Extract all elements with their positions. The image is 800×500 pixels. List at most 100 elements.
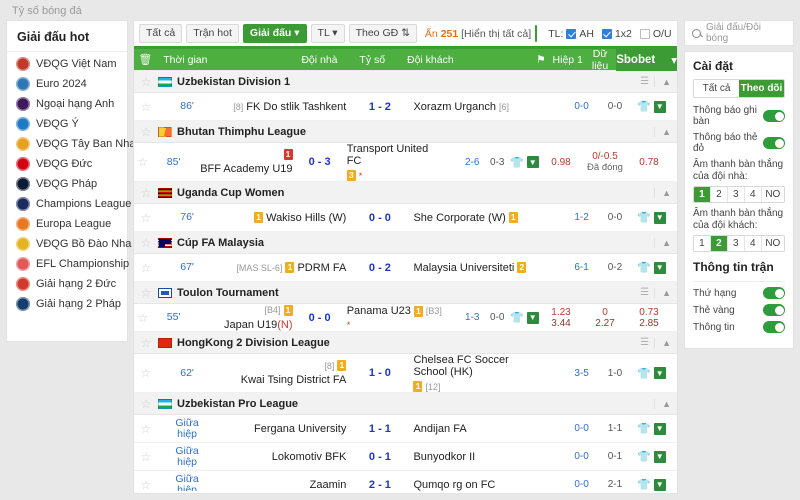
chevron-up-icon[interactable]: ▲ bbox=[654, 398, 671, 409]
list-icon[interactable]: ☰ bbox=[640, 76, 649, 87]
star-icon[interactable]: ☆ bbox=[137, 311, 148, 325]
filter-button-2[interactable]: Giải đấu ▾ bbox=[242, 24, 307, 43]
match-detail-toggle[interactable]: ▼ bbox=[526, 156, 539, 168]
star-icon[interactable]: ☆ bbox=[141, 286, 152, 300]
league-header[interactable]: ☆ Bhutan Thimphu League ▲ bbox=[134, 121, 677, 143]
lineup-shirt-icon[interactable]: 👕 bbox=[637, 367, 651, 380]
sidebar-item-league-10[interactable]: EFL Championship bbox=[7, 254, 129, 274]
match-row[interactable]: ☆ 62' [8] 1 Kwai Tsing District FA 1 - 0 Chels… bbox=[134, 354, 677, 393]
sidebar-item-league-7[interactable]: Champions League bbox=[7, 194, 131, 214]
column-data[interactable]: Dữ liệu bbox=[584, 48, 616, 72]
away-sound-option-3[interactable]: 3 bbox=[727, 236, 745, 251]
league-header[interactable]: ☆ Uzbekistan Division 1 ☰ ▲ bbox=[134, 71, 677, 93]
sidebar-item-league-5[interactable]: VĐQG Đức bbox=[7, 154, 127, 174]
league-favorite-star[interactable]: ☆ bbox=[134, 286, 158, 300]
lineup-shirt-icon[interactable]: 👕 bbox=[637, 100, 651, 113]
star-icon[interactable]: ☆ bbox=[140, 422, 151, 436]
match-score[interactable]: 1 - 0 bbox=[354, 367, 405, 379]
match-detail-toggle[interactable]: ▼ bbox=[653, 261, 666, 274]
away-team-cell[interactable]: Qumqo rg on FC bbox=[405, 479, 543, 491]
version-toggle[interactable]: Bản mới Bản cũ bbox=[535, 25, 538, 42]
star-icon[interactable]: ☆ bbox=[141, 125, 152, 139]
league-favorite-star[interactable]: ☆ bbox=[134, 397, 158, 411]
home-team-cell[interactable]: Fergana University bbox=[217, 423, 355, 435]
follow-option-1[interactable]: Theo dõi bbox=[739, 80, 784, 97]
match-list[interactable]: ☆ Uzbekistan Division 1 ☰ ▲ ☆ 86' [8] FK Do stl… bbox=[134, 71, 677, 491]
chevron-up-icon[interactable]: ▲ bbox=[654, 126, 671, 137]
match-detail-toggle[interactable]: ▼ bbox=[653, 100, 666, 113]
odds-home[interactable]: 1.23 3.44 bbox=[539, 307, 583, 329]
match-detail-toggle[interactable]: ▼ bbox=[653, 422, 666, 435]
odds-away[interactable]: 0.73 2.85 bbox=[627, 307, 671, 329]
list-icon[interactable]: ☰ bbox=[640, 287, 649, 298]
away-goal-sound-selector[interactable]: 1 2 3 4 NO bbox=[693, 235, 785, 252]
league-header[interactable]: ☆ HongKong 2 Division League ☰ ▲ bbox=[134, 332, 677, 354]
match-row[interactable]: ☆ 85' 1 BFF Academy U19 0 - 3 Transport Unite… bbox=[134, 143, 677, 182]
filter-button-1[interactable]: Trận hot bbox=[186, 24, 239, 43]
league-header[interactable]: ☆ Uganda Cup Women ▲ bbox=[134, 182, 677, 204]
info-toggle-switch[interactable] bbox=[763, 304, 785, 316]
info-toggle-switch[interactable] bbox=[763, 287, 785, 299]
sidebar-item-league-4[interactable]: VĐQG Tây Ban Nha bbox=[7, 134, 135, 154]
info-toggle-switch[interactable] bbox=[763, 321, 785, 333]
search-box[interactable]: Giải đấu/Đội bóng bbox=[684, 20, 794, 46]
notification-toggle-switch[interactable] bbox=[763, 137, 785, 149]
star-icon[interactable]: ☆ bbox=[140, 450, 151, 464]
away-team-cell[interactable]: Transport United FC 3 * bbox=[339, 143, 444, 181]
star-icon[interactable]: ☆ bbox=[141, 186, 152, 200]
home-sound-option-NO[interactable]: NO bbox=[761, 187, 784, 202]
hidden-matches-control[interactable]: Ẩn 251 [Hiển thị tất cả] bbox=[425, 28, 531, 40]
odds-checkbox-ah[interactable] bbox=[566, 28, 577, 39]
match-favorite-star[interactable]: ☆ bbox=[134, 478, 158, 492]
star-icon[interactable]: ☆ bbox=[140, 211, 151, 225]
home-team-cell[interactable]: Zaamin bbox=[217, 479, 355, 491]
match-score[interactable]: 0 - 0 bbox=[301, 312, 339, 324]
home-team-cell[interactable]: 1 BFF Academy U19 bbox=[196, 149, 301, 175]
match-detail-toggle[interactable]: ▼ bbox=[653, 211, 666, 224]
match-score[interactable]: 0 - 1 bbox=[354, 451, 405, 463]
match-row[interactable]: ☆ Giữa hiệp Zaamin 2 - 1 Qumqo rg on FC 0-0 2-1… bbox=[134, 471, 677, 491]
match-favorite-star[interactable]: ☆ bbox=[134, 366, 158, 380]
match-favorite-star[interactable]: ☆ bbox=[134, 211, 158, 225]
odds-away[interactable]: 0.78 bbox=[627, 157, 671, 168]
match-score[interactable]: 2 - 1 bbox=[354, 479, 405, 491]
league-header[interactable]: ☆ Uzbekistan Pro League ▲ bbox=[134, 393, 677, 415]
away-team-cell[interactable]: Xorazm Urganch [6] bbox=[405, 101, 543, 113]
home-sound-option-1[interactable]: 1 bbox=[694, 187, 711, 202]
match-favorite-star[interactable]: ☆ bbox=[134, 155, 152, 169]
away-team-cell[interactable]: Malaysia Universiteti 2 bbox=[405, 262, 543, 274]
match-detail-toggle[interactable]: ▼ bbox=[653, 478, 666, 491]
match-favorite-star[interactable]: ☆ bbox=[134, 450, 158, 464]
sidebar-item-league-1[interactable]: Euro 2024 bbox=[7, 74, 127, 94]
lineup-shirt-icon[interactable]: 👕 bbox=[637, 422, 651, 435]
home-team-cell[interactable]: Lokomotiv BFK bbox=[217, 451, 355, 463]
away-sound-option-2[interactable]: 2 bbox=[710, 236, 728, 251]
league-favorite-star[interactable]: ☆ bbox=[134, 236, 158, 250]
away-team-cell[interactable]: Andijan FA bbox=[405, 423, 543, 435]
match-detail-toggle[interactable]: ▼ bbox=[653, 367, 666, 379]
column-away-team[interactable]: Đội khách bbox=[397, 54, 531, 66]
odds-handicap[interactable]: 0 2.27 bbox=[583, 307, 627, 329]
match-favorite-star[interactable]: ☆ bbox=[134, 311, 152, 325]
star-icon[interactable]: ☆ bbox=[141, 336, 152, 350]
match-favorite-star[interactable]: ☆ bbox=[134, 100, 158, 114]
match-row[interactable]: ☆ Giữa hiệp Fergana University 1 - 1 Andijan … bbox=[134, 415, 677, 443]
home-team-cell[interactable]: [8] FK Do stlik Tashkent bbox=[217, 101, 355, 113]
away-sound-option-NO[interactable]: NO bbox=[761, 236, 784, 251]
chevron-up-icon[interactable]: ▲ bbox=[654, 287, 671, 298]
version-new-option[interactable]: Bản mới bbox=[536, 25, 537, 42]
home-sound-option-2[interactable]: 2 bbox=[710, 187, 728, 202]
sidebar-item-league-11[interactable]: Giải hạng 2 Đức bbox=[7, 274, 127, 294]
sidebar-item-league-8[interactable]: Europa League bbox=[7, 214, 127, 234]
lineup-shirt-icon[interactable]: 👕 bbox=[510, 311, 524, 324]
filter-button-4[interactable]: Theo GĐ ⇅ bbox=[348, 24, 417, 43]
league-favorite-star[interactable]: ☆ bbox=[134, 75, 158, 89]
match-row[interactable]: ☆ 67' [MAS SL-6] 1 PDRM FA 0 - 2 Malaysia Univ… bbox=[134, 254, 677, 282]
match-favorite-star[interactable]: ☆ bbox=[134, 261, 158, 275]
lineup-shirt-icon[interactable]: 👕 bbox=[637, 450, 651, 463]
star-icon[interactable]: ☆ bbox=[141, 75, 152, 89]
match-row[interactable]: ☆ Giữa hiệp Lokomotiv BFK 0 - 1 Bunyodkor II 0… bbox=[134, 443, 677, 471]
match-score[interactable]: 0 - 0 bbox=[354, 212, 405, 224]
star-icon[interactable]: ☆ bbox=[140, 478, 151, 492]
filter-button-3[interactable]: TL ▾ bbox=[310, 24, 345, 43]
